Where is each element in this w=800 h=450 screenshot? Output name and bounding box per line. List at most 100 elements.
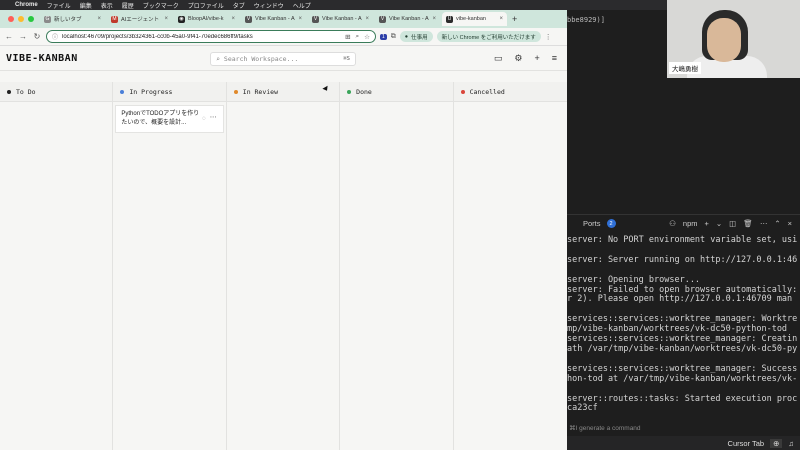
split-terminal-icon[interactable]: ◫ [729, 219, 736, 228]
profile-button[interactable]: ● 仕事用 [399, 31, 433, 42]
extension-icon[interactable]: 1 [380, 33, 387, 40]
browser-tab[interactable]: V Vibe Kanban - A × [375, 12, 440, 26]
cursor-tab-status[interactable]: Cursor Tab [728, 439, 765, 448]
tab-label: Vibe Kanban - A [322, 16, 362, 22]
browser-tab[interactable]: G 新しいタブ × [40, 12, 105, 26]
search-shortcut: ⌘S [343, 56, 350, 62]
menu-icon[interactable]: ≡ [552, 53, 557, 64]
browser-tab[interactable]: M AIエージェント × [107, 12, 172, 26]
new-tab-button[interactable]: + [512, 14, 517, 24]
browser-tab[interactable]: ◉ BloopAI/vibe-k × [174, 12, 239, 26]
column-title: Done [356, 87, 372, 96]
terminal-process-icon: ⚇ [669, 219, 676, 228]
webcam-face [707, 18, 741, 62]
new-terminal-icon[interactable]: + [705, 219, 709, 228]
tab-close-icon[interactable]: × [298, 16, 302, 22]
zoom-status-icon[interactable]: ⊕ [770, 438, 783, 448]
terminal-prompt-hint[interactable]: ⌘I generate a command [567, 424, 641, 432]
app-logo[interactable]: VIBE-KANBAN [6, 53, 78, 64]
tab-close-icon[interactable]: × [231, 16, 235, 22]
bell-icon[interactable]: ♫ [788, 439, 794, 448]
terminal-line: r 2). Please open http://127.0.0.1:46709… [567, 294, 793, 305]
menubar-item[interactable]: ブックマーク [143, 1, 179, 10]
browser-tab[interactable]: V Vibe Kanban - A × [308, 12, 373, 26]
minimize-window-icon[interactable] [18, 16, 24, 22]
kanban-column: In Review [226, 82, 341, 450]
gear-icon[interactable]: ⚙ [514, 53, 522, 64]
terminal-output[interactable]: server: No PORT environment variable set… [567, 232, 800, 414]
search-placeholder: Search Workspace... [223, 55, 299, 63]
task-card[interactable]: PythonでTODOアプリを作りたいので、概要を設計... ◌ ⋯ [115, 105, 224, 133]
menubar-item[interactable]: 履歴 [122, 1, 134, 10]
column-header[interactable]: In Review [226, 82, 340, 102]
browser-tab[interactable]: V Vibe Kanban - A × [241, 12, 306, 26]
terminal-actions: ⚇ npm + ⌄ ◫ 🗑 ⋯ ⌃ × [669, 219, 800, 228]
status-dot-icon [7, 89, 11, 94]
profile-label: 仕事用 [411, 34, 428, 41]
terminal-line: server::routes::tasks: Started execution… [567, 393, 798, 404]
tab-label: vibe-kanban [456, 16, 486, 22]
webcam-overlay: 大嶋勇樹 [667, 0, 800, 78]
zoom-window-icon[interactable] [28, 16, 34, 22]
kanban-column: To Do [0, 82, 114, 450]
tab-close-icon[interactable]: × [499, 16, 503, 22]
loading-spinner-icon: ◌ [202, 116, 206, 122]
zoom-icon[interactable]: ⌕ [356, 33, 360, 41]
folder-icon[interactable]: ▭ [494, 53, 503, 64]
menubar-item[interactable]: Chrome [15, 2, 38, 8]
menubar-item[interactable]: 編集 [80, 1, 92, 10]
trash-icon[interactable]: 🗑 [743, 219, 753, 228]
browser-tab[interactable]: Uvibe-kanban × [442, 12, 507, 26]
tab-close-icon[interactable]: × [164, 16, 168, 22]
menubar-item[interactable]: プロファイル [188, 1, 224, 10]
tab-favicon-icon: V [312, 15, 319, 23]
browser-window: G 新しいタブ × M AIエージェント × ◉ BloopAI/vibe-k × V Vibe K… [0, 10, 567, 450]
url-text: localhost:46709/projects/3b324361-cc0b-4… [62, 33, 253, 40]
task-more-icon[interactable]: ⋯ [210, 114, 217, 123]
menubar-item[interactable]: ファイル [47, 1, 71, 10]
column-header[interactable]: Cancelled [453, 82, 567, 102]
status-dot-icon [120, 89, 125, 94]
add-task-icon[interactable]: + [534, 53, 539, 64]
terminal-dropdown-icon[interactable]: ⌄ [716, 219, 722, 228]
more-icon[interactable]: ⋯ [760, 219, 768, 228]
menubar-item[interactable]: ウィンドウ [254, 1, 284, 10]
menubar-item[interactable]: タブ [233, 1, 245, 10]
webcam-name: 大嶋勇樹 [669, 62, 701, 74]
update-chrome-button[interactable]: 新しい Chrome をご利用いただけます [436, 31, 541, 42]
tab-label: BloopAI/vibe-k [188, 16, 224, 22]
tab-close-icon[interactable]: × [97, 16, 101, 22]
ports-tab[interactable]: Ports [583, 219, 601, 228]
menubar-item[interactable]: ヘルプ [293, 1, 311, 10]
reload-icon[interactable]: ↻ [32, 32, 42, 41]
npm-label[interactable]: npm [683, 219, 698, 228]
column-header[interactable]: To Do [0, 82, 113, 102]
translate-icon[interactable]: ⊞ [345, 33, 350, 41]
terminal-panel: Ports 2 ⚇ npm + ⌄ ◫ 🗑 ⋯ ⌃ × server: No P… [567, 214, 800, 450]
column-title: To Do [16, 87, 36, 96]
tab-label: Vibe Kanban - A [389, 16, 429, 22]
close-window-icon[interactable] [8, 16, 14, 22]
tab-close-icon[interactable]: × [432, 16, 436, 22]
close-panel-icon[interactable]: × [788, 219, 792, 228]
status-dot-icon [233, 89, 238, 94]
column-header[interactable]: In Progress [113, 82, 226, 102]
column-title: Cancelled [469, 87, 505, 96]
chevron-up-icon[interactable]: ⌃ [774, 219, 780, 228]
window-controls [0, 16, 40, 22]
menubar-item[interactable]: 表示 [101, 1, 113, 10]
column-header[interactable]: Done [340, 82, 453, 102]
bookmark-star-icon[interactable]: ☆ [364, 33, 370, 41]
search-workspace-input[interactable]: ⌕ Search Workspace... ⌘S [210, 52, 356, 66]
extensions-puzzle-icon[interactable]: ⧉ [391, 33, 396, 41]
tab-close-icon[interactable]: × [365, 16, 369, 22]
chrome-menu-icon[interactable]: ⋮ [545, 33, 552, 41]
back-icon[interactable]: ← [4, 32, 14, 41]
terminal-top-area: bbe8929)] [567, 10, 667, 210]
terminal-line: server: No PORT environment variable set… [567, 235, 798, 245]
url-input[interactable]: ⓘ localhost:46709/projects/3b324361-cc0b… [46, 30, 376, 43]
terminal-fragment: bbe8929)] [567, 16, 605, 24]
forward-icon[interactable]: → [18, 32, 28, 41]
site-info-icon[interactable]: ⓘ [52, 32, 58, 41]
tab-favicon-icon: ◉ [178, 15, 185, 23]
